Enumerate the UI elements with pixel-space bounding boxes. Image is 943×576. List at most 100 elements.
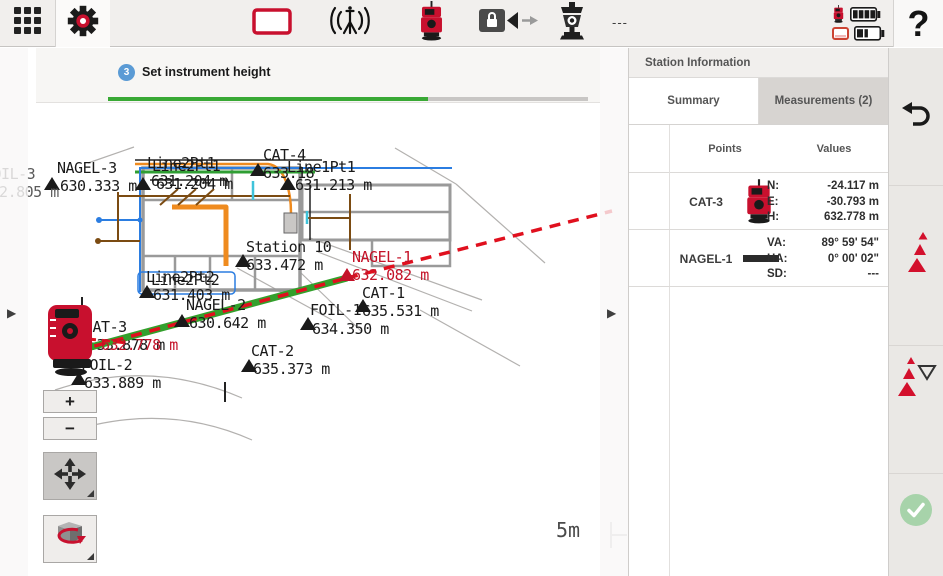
measurement-row-cat3[interactable]: CAT-3 N: -24.117 m E: -30.793 m H: 632.778 … <box>629 173 888 230</box>
value-number: --- <box>868 267 880 283</box>
submenu-corner-marker <box>87 490 94 497</box>
toolbar-section-divider <box>889 473 943 474</box>
measurements-table-header: Points Values <box>629 125 888 173</box>
top-toolbar: --- <box>0 0 943 47</box>
value-number: 632.778 m <box>824 210 879 226</box>
station-height-label: 632.778 m <box>101 337 178 353</box>
undo-icon <box>899 117 933 134</box>
value-number: -30.793 m <box>827 195 879 211</box>
map-point-label: FOIL-2 <box>81 357 132 373</box>
map-canvas[interactable]: FOIL-3 632.805 m NAGEL-3 630.333 m Line2… <box>0 48 628 576</box>
expand-right-panel-arrow[interactable]: ▶ <box>607 306 616 320</box>
measure-targets-button[interactable] <box>902 230 932 281</box>
display-icon <box>252 8 292 40</box>
toolbar-section-divider <box>889 185 943 186</box>
zoom-out-button[interactable]: − <box>43 417 97 440</box>
value-number: 0° 00' 02" <box>828 252 879 268</box>
left-panel-strip: ▶ <box>0 48 28 576</box>
mini-instrument-icon <box>832 5 845 28</box>
step-label: Set instrument height <box>142 65 270 79</box>
target-triangles-angle-icon <box>897 387 937 404</box>
map-point-elev: 635.531 m <box>362 303 439 319</box>
progress-fill <box>108 97 428 101</box>
help-button[interactable]: ? <box>894 0 943 47</box>
map-point-elev: 631.204 m <box>156 176 233 192</box>
map-point-label: CAT-2 <box>251 343 294 359</box>
rotate-3d-button[interactable] <box>43 515 97 563</box>
side-action-toolbar <box>888 48 943 576</box>
check-icon <box>899 514 933 531</box>
map-point-elev: 633.889 m <box>84 375 161 391</box>
instrument-battery-status <box>832 5 881 28</box>
toolbar-section-divider <box>889 345 943 346</box>
tab-summary[interactable]: Summary <box>629 78 759 124</box>
map-point-elev: 630.333 m <box>60 178 137 194</box>
controller-screen-icon <box>832 27 849 45</box>
map-point-elev: 631.213 m <box>295 177 372 193</box>
map-point-label: FOIL-1 <box>310 302 361 318</box>
battery-full-icon <box>850 7 881 27</box>
app-window: --- <box>0 0 943 576</box>
instrument-button[interactable] <box>409 0 453 47</box>
measurement-values: VA: 89° 59' 54" HA: 0° 00' 02" SD: --- <box>767 236 879 283</box>
map-point-label: CAT-1 <box>362 285 405 301</box>
measurement-values: N: -24.117 m E: -30.793 m H: 632.778 m <box>767 179 879 226</box>
app-menu-button[interactable] <box>0 0 55 47</box>
confirm-button[interactable] <box>899 493 933 532</box>
measurement-row-nagel1[interactable]: NAGEL-1 VA: 89° 59' 54" HA: 0° 00' 02" SD:… <box>629 230 888 287</box>
right-panel-strip: ▶ <box>600 48 628 576</box>
antenna-icon <box>327 3 373 44</box>
camera-lock-icon <box>478 8 540 39</box>
map-point-label: NAGEL-2 <box>186 297 246 313</box>
camera-lock-button[interactable] <box>476 0 542 47</box>
value-label: VA: <box>767 236 786 252</box>
gear-icon <box>64 2 102 45</box>
pan-tool-button[interactable] <box>43 452 97 500</box>
pan-arrows-icon <box>53 457 87 496</box>
column-header-values: Values <box>786 125 882 173</box>
step-number-badge: 3 <box>118 64 135 81</box>
controller-battery-status <box>832 26 885 46</box>
settings-button[interactable] <box>56 0 110 47</box>
target-triangles-icon <box>902 263 932 280</box>
undo-button[interactable] <box>899 100 933 135</box>
map-point-elev: 632.082 m <box>352 267 429 283</box>
app-grid-icon <box>13 6 43 41</box>
value-number: -24.117 m <box>827 179 879 195</box>
measure-targets-angle-button[interactable] <box>897 356 937 405</box>
map-point-label: Station 10 <box>246 239 331 255</box>
station-information-panel: Station Information Summary Measurements… <box>628 48 888 576</box>
map-point-elev: 630.642 m <box>189 315 266 331</box>
display-button[interactable] <box>248 0 296 47</box>
radio-connection-button[interactable] <box>326 0 374 47</box>
map-point-elev: 633.472 m <box>246 257 323 273</box>
value-label: HA: <box>767 252 787 268</box>
expand-left-panel-arrow[interactable]: ▶ <box>7 306 16 320</box>
map-point-elev: 635.373 m <box>253 361 330 377</box>
step-banner: 3 Set instrument height <box>36 48 600 103</box>
status-dashes: --- <box>612 15 628 30</box>
scale-label: 5m <box>556 518 580 542</box>
tab-measurements[interactable]: Measurements (2) <box>759 78 888 124</box>
value-label: SD: <box>767 267 787 283</box>
point-name: CAT-3 <box>671 173 741 230</box>
point-name: NAGEL-1 <box>671 230 741 287</box>
value-label: N: <box>767 179 779 195</box>
progress-bar <box>108 97 588 101</box>
value-label: E: <box>767 195 779 211</box>
submenu-corner-marker <box>87 553 94 560</box>
zoom-in-button[interactable]: + <box>43 390 97 413</box>
column-header-points: Points <box>669 125 781 173</box>
value-number: 89° 59' 54" <box>821 236 879 252</box>
rotate-cube-icon <box>51 519 89 560</box>
panel-title: Station Information <box>629 48 888 78</box>
map-point-label: Line1Pt1 <box>287 159 355 175</box>
prism-icon <box>554 2 590 45</box>
value-label: H: <box>767 210 779 226</box>
map-point-label: NAGEL-1 <box>352 249 412 265</box>
total-station-icon <box>417 1 446 46</box>
map-point-elev: 634.350 m <box>312 321 389 337</box>
prism-button[interactable] <box>551 0 593 47</box>
battery-half-icon <box>854 26 885 46</box>
map-point-label: NAGEL-3 <box>57 160 117 176</box>
